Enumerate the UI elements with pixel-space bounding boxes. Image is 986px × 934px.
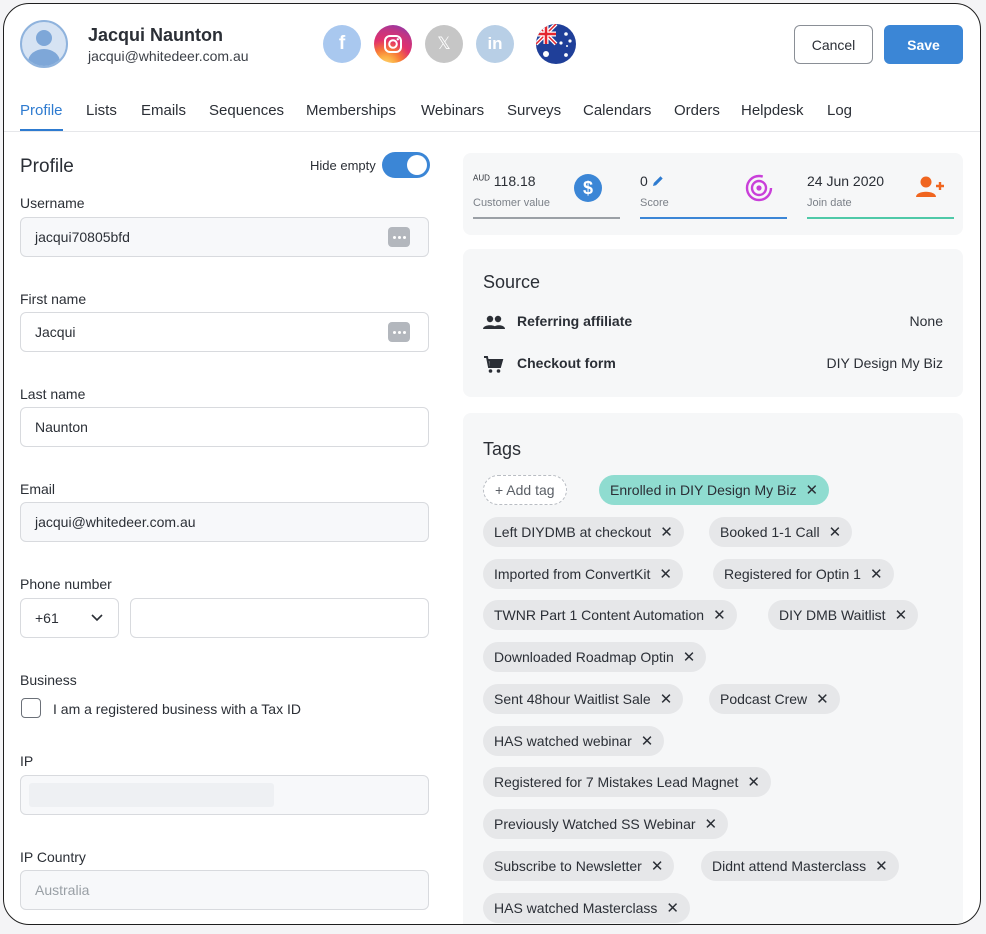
- tab-lists[interactable]: Lists: [86, 102, 117, 129]
- ip-field[interactable]: [20, 775, 429, 815]
- more-options-icon[interactable]: [388, 322, 410, 342]
- join-date-stat: 24 Jun 2020 Join date: [797, 163, 963, 219]
- source-title: Source: [483, 272, 541, 292]
- close-icon[interactable]: ✕: [829, 523, 842, 541]
- shopping-cart-icon: [484, 356, 504, 373]
- referring-affiliate-row: Referring affiliate None: [483, 313, 943, 333]
- contact-header: Jacqui Naunton jacqui@whitedeer.com.au f…: [4, 4, 980, 90]
- linkedin-icon[interactable]: in: [476, 25, 514, 63]
- tag-chip[interactable]: Registered for Optin 1 ✕: [713, 559, 894, 589]
- add-user-icon: [916, 176, 944, 197]
- username-label: Username: [20, 195, 85, 211]
- close-icon[interactable]: ✕: [747, 773, 760, 791]
- close-icon[interactable]: ✕: [705, 815, 718, 833]
- phone-label: Phone number: [20, 576, 112, 592]
- people-icon: [483, 315, 505, 329]
- tab-log[interactable]: Log: [827, 102, 852, 129]
- email-field[interactable]: jacqui@whitedeer.com.au: [20, 502, 429, 542]
- tag-chip[interactable]: Enrolled in DIY Design My Biz ✕: [599, 475, 830, 505]
- tab-webinars[interactable]: Webinars: [421, 102, 484, 129]
- contact-email: jacqui@whitedeer.com.au: [88, 48, 249, 64]
- close-icon[interactable]: ✕: [659, 565, 672, 583]
- tax-id-checkbox[interactable]: [21, 698, 41, 718]
- last-name-label: Last name: [20, 386, 86, 402]
- close-icon[interactable]: ✕: [870, 565, 883, 583]
- close-icon[interactable]: ✕: [641, 732, 654, 750]
- tab-surveys[interactable]: Surveys: [507, 102, 561, 129]
- dollar-icon: $: [574, 174, 602, 202]
- first-name-field[interactable]: Jacqui: [20, 312, 429, 352]
- tag-chip[interactable]: HAS watched webinar ✕: [483, 726, 665, 756]
- tab-helpdesk[interactable]: Helpdesk: [741, 102, 804, 129]
- tag-chip[interactable]: Downloaded Roadmap Optin ✕: [483, 642, 707, 672]
- tab-profile[interactable]: Profile: [20, 102, 63, 131]
- close-icon[interactable]: ✕: [875, 857, 888, 875]
- close-icon[interactable]: ✕: [660, 690, 673, 708]
- chevron-down-icon: [91, 614, 103, 622]
- tags-title: Tags: [483, 439, 522, 459]
- close-icon[interactable]: ✕: [805, 481, 818, 499]
- tag-chip[interactable]: Registered for 7 Mistakes Lead Magnet ✕: [483, 767, 771, 797]
- avatar: [20, 20, 68, 68]
- save-button[interactable]: Save: [884, 25, 963, 64]
- tags-card: Tags + Add tag Enrolled in DIY Design My…: [463, 413, 963, 924]
- ip-label: IP: [20, 753, 34, 769]
- phone-number-field[interactable]: [130, 598, 429, 638]
- tag-chip[interactable]: Booked 1-1 Call ✕: [709, 517, 853, 547]
- stats-card: AUD 118.18 Customer value $ 0 Score 24 J…: [463, 153, 963, 235]
- close-icon[interactable]: ✕: [713, 606, 726, 624]
- close-icon[interactable]: ✕: [816, 690, 829, 708]
- tab-memberships[interactable]: Memberships: [306, 102, 396, 129]
- tag-chip[interactable]: Sent 48hour Waitlist Sale ✕: [483, 684, 684, 714]
- tag-chip[interactable]: Previously Watched SS Webinar ✕: [483, 809, 729, 839]
- score-stat: 0 Score: [630, 163, 797, 219]
- svg-text:$: $: [583, 178, 593, 198]
- tax-id-label: I am a registered business with a Tax ID: [53, 701, 301, 717]
- profile-section-title: Profile: [20, 156, 74, 177]
- close-icon[interactable]: ✕: [660, 523, 673, 541]
- business-label: Business: [20, 672, 77, 688]
- instagram-icon[interactable]: [374, 25, 412, 63]
- tab-bar: Profile Lists Emails Sequences Membershi…: [4, 96, 980, 132]
- last-name-field[interactable]: Naunton: [20, 407, 429, 447]
- username-field[interactable]: jacqui70805bfd: [20, 217, 429, 257]
- tag-chip[interactable]: HAS watched Masterclass ✕: [483, 893, 690, 923]
- hide-empty-label: Hide empty: [310, 158, 376, 173]
- tag-chip[interactable]: TWNR Part 1 Content Automation ✕: [483, 600, 737, 630]
- contact-name: Jacqui Naunton: [88, 25, 224, 45]
- contact-window: Jacqui Naunton jacqui@whitedeer.com.au f…: [3, 3, 981, 925]
- hide-empty-toggle[interactable]: [382, 152, 430, 178]
- tab-sequences[interactable]: Sequences: [209, 102, 284, 129]
- tab-calendars[interactable]: Calendars: [583, 102, 651, 129]
- close-icon[interactable]: ✕: [895, 606, 908, 624]
- tag-chip[interactable]: Podcast Crew ✕: [709, 684, 840, 714]
- close-icon[interactable]: ✕: [666, 899, 679, 917]
- ip-country-field: Australia: [20, 870, 429, 910]
- tab-orders[interactable]: Orders: [674, 102, 720, 129]
- first-name-label: First name: [20, 291, 87, 307]
- redacted-value: [29, 783, 274, 807]
- tab-emails[interactable]: Emails: [141, 102, 186, 129]
- close-icon[interactable]: ✕: [683, 648, 696, 666]
- checkout-form-row: Checkout form DIY Design My Biz: [483, 355, 943, 375]
- facebook-icon[interactable]: f: [323, 25, 361, 63]
- tag-chip[interactable]: Didnt attend Masterclass ✕: [701, 851, 899, 881]
- email-label: Email: [20, 481, 56, 497]
- tag-chip[interactable]: Left DIYDMB at checkout ✕: [483, 517, 684, 547]
- add-tag-button[interactable]: + Add tag: [483, 475, 567, 505]
- x-twitter-icon[interactable]: 𝕏: [425, 25, 463, 63]
- tag-chip[interactable]: Subscribe to Newsletter ✕: [483, 851, 675, 881]
- country-code-select[interactable]: +61: [20, 598, 119, 638]
- cancel-button[interactable]: Cancel: [794, 25, 873, 64]
- target-icon: [745, 174, 773, 202]
- source-card: Source Referring affiliate None Checkout…: [463, 249, 963, 397]
- more-options-icon[interactable]: [388, 227, 410, 247]
- tag-chip[interactable]: DIY DMB Waitlist ✕: [768, 600, 919, 630]
- ip-country-label: IP Country: [20, 849, 86, 865]
- australia-flag-icon: [536, 24, 576, 64]
- customer-value-stat: AUD 118.18 Customer value $: [463, 163, 630, 219]
- close-icon[interactable]: ✕: [651, 857, 664, 875]
- edit-pencil-icon[interactable]: [652, 175, 664, 187]
- tag-chip[interactable]: Imported from ConvertKit ✕: [483, 559, 683, 589]
